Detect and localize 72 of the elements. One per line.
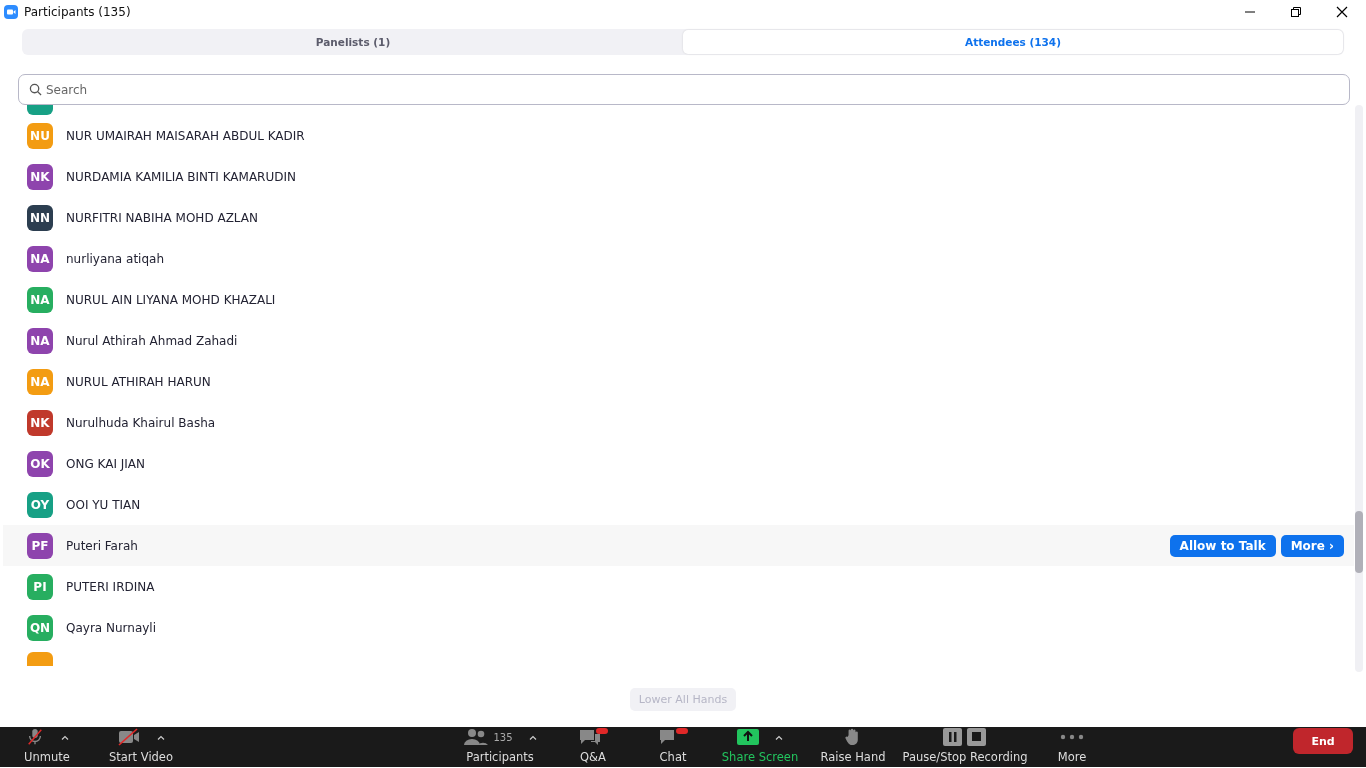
toolbar-label[interactable]: Chat: [659, 750, 687, 764]
more-icon[interactable]: [1060, 734, 1084, 740]
caret-icon[interactable]: [61, 734, 69, 740]
tab[interactable]: Panelists (1): [23, 30, 683, 54]
window-title: Participants (135): [24, 5, 131, 19]
pause-stop-icon[interactable]: [943, 728, 987, 746]
participant-row[interactable]: NA NURUL AIN LIYANA MOHD KHAZALI: [0, 279, 1354, 320]
avatar: NA: [27, 327, 53, 354]
video-camera-icon: [4, 5, 18, 19]
participant-name: Puteri Farah: [66, 538, 138, 553]
participant-name: OOI YU TIAN: [66, 497, 141, 512]
participant-row[interactable]: PI PUTERI IRDINA: [0, 566, 1354, 607]
end-button[interactable]: End: [1293, 728, 1353, 754]
toolbar-label[interactable]: Start Video: [109, 750, 173, 764]
avatar: OY: [27, 491, 53, 518]
participant-name: NURUL AIN LIYANA MOHD KHAZALI: [66, 292, 276, 307]
participant-name: NURDAMIA KAMILIA BINTI KAMARUDIN: [66, 169, 296, 184]
search-field[interactable]: Search: [18, 74, 1350, 105]
restore-icon[interactable]: [1290, 6, 1302, 18]
avatar: NU: [27, 122, 53, 149]
caret-icon[interactable]: [528, 734, 537, 740]
participant-row[interactable]: NK NURDAMIA KAMILIA BINTI KAMARUDIN: [0, 156, 1354, 197]
participant-row[interactable]: NK Nurulhuda Khairul Basha: [0, 402, 1354, 443]
avatar: PF: [27, 532, 53, 559]
action-button[interactable]: More ›: [1280, 534, 1344, 557]
toolbar-label[interactable]: Raise Hand: [820, 750, 886, 764]
participant-name: Nurul Athirah Ahmad Zahadi: [66, 333, 238, 348]
participant-row[interactable]: QN Qayra Nurnayli: [0, 607, 1354, 648]
participant-name: NURFITRI NABIHA MOHD AZLAN: [66, 210, 259, 225]
participant-name: Nurulhuda Khairul Basha: [66, 415, 216, 430]
participant-name: PUTERI IRDINA: [66, 579, 155, 594]
tab[interactable]: Attendees (134): [683, 30, 1343, 54]
participant-row[interactable]: NA Nurul Athirah Ahmad Zahadi: [0, 320, 1354, 361]
avatar: NK: [27, 409, 53, 436]
close-icon[interactable]: [1336, 6, 1348, 18]
participant-row[interactable]: NU NUR UMAIRAH MAISARAH ABDUL KADIR: [0, 115, 1354, 156]
toolbar-label[interactable]: Participants: [466, 750, 534, 764]
action-button[interactable]: Allow to Talk: [1169, 534, 1276, 557]
muted-microphone-icon[interactable]: [25, 728, 45, 746]
toolbar-label[interactable]: Share Screen: [721, 750, 799, 764]
avatar: OK: [27, 450, 53, 477]
avatar: QN: [27, 614, 53, 641]
speech-bubbles-icon[interactable]: [578, 728, 602, 746]
participant-row[interactable]: NA NURUL ATHIRAH HARUN: [0, 361, 1354, 402]
caret-icon[interactable]: [775, 734, 783, 740]
avatar: NA: [27, 368, 53, 395]
scrollbar[interactable]: [1355, 105, 1363, 672]
search-icon: [29, 83, 42, 96]
avatar: PI: [27, 573, 53, 600]
participant-name: Qayra Nurnayli: [66, 620, 157, 635]
participant-name: nurliyana atiqah: [66, 251, 164, 266]
avatar: NA: [27, 245, 53, 272]
avatar: NA: [27, 286, 53, 313]
toolbar-label[interactable]: Unmute: [24, 750, 70, 764]
toolbar-label[interactable]: More: [1057, 750, 1087, 764]
participant-row[interactable]: NA nurliyana atiqah: [0, 238, 1354, 279]
avatar: NK: [27, 163, 53, 190]
participant-name: ONG KAI JIAN: [66, 456, 146, 471]
caret-icon[interactable]: [157, 734, 165, 740]
participant-count: 135: [493, 731, 513, 743]
participant-row[interactable]: OK ONG KAI JIAN: [0, 443, 1354, 484]
avatar: NN: [27, 204, 53, 231]
toolbar-label[interactable]: Q&A: [580, 750, 606, 764]
video-off-icon[interactable]: [117, 728, 141, 746]
hand-icon[interactable]: [845, 728, 861, 746]
participant-row[interactable]: NN NURFITRI NABIHA MOHD AZLAN: [0, 197, 1354, 238]
participant-name: NURUL ATHIRAH HARUN: [66, 374, 211, 389]
people-icon[interactable]: [463, 728, 490, 746]
toolbar-label[interactable]: Pause/Stop Recording: [902, 750, 1028, 764]
participant-name: NUR UMAIRAH MAISARAH ABDUL KADIR: [66, 128, 305, 143]
participant-row[interactable]: OY OOI YU TIAN: [0, 484, 1354, 525]
participant-row[interactable]: PF Puteri Farah Allow to Talk More ›: [3, 525, 1354, 566]
